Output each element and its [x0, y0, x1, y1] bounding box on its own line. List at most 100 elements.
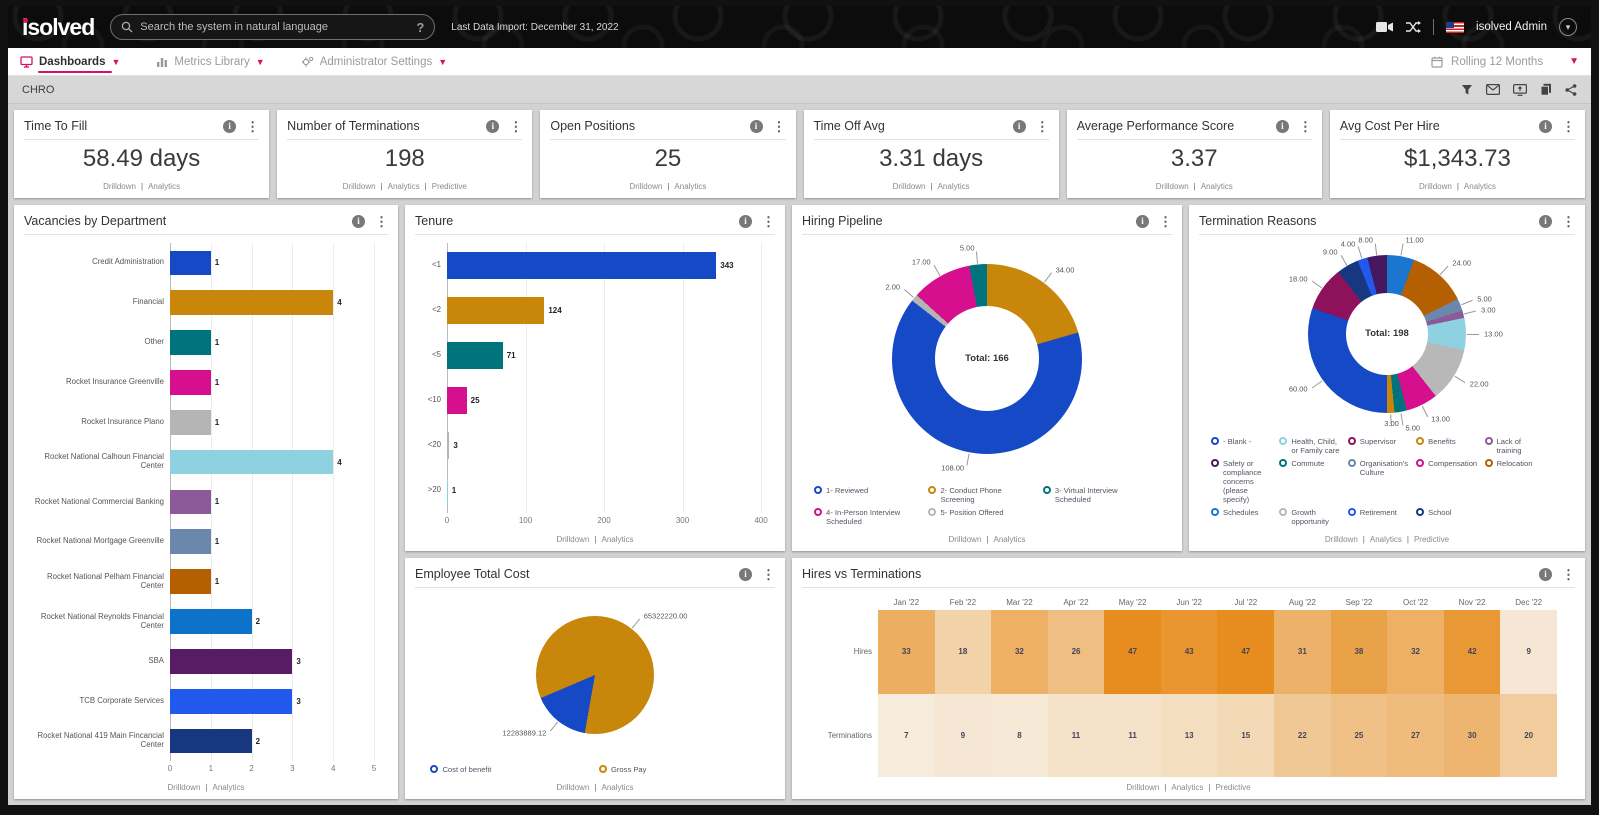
- heatmap-cell[interactable]: 15: [1217, 693, 1275, 777]
- info-icon[interactable]: i: [486, 119, 500, 133]
- us-flag-icon[interactable]: [1446, 21, 1465, 33]
- bar[interactable]: [170, 449, 334, 475]
- footer-link-analytics[interactable]: Analytics: [388, 182, 420, 191]
- footer-link-analytics[interactable]: Analytics: [601, 535, 633, 544]
- bar[interactable]: [170, 649, 293, 674]
- bar[interactable]: [170, 409, 211, 435]
- footer-link-analytics[interactable]: Analytics: [674, 182, 706, 191]
- footer-link-drilldown[interactable]: Drilldown: [1325, 535, 1358, 544]
- bar[interactable]: [170, 250, 211, 276]
- footer-link-analytics[interactable]: Analytics: [1171, 783, 1203, 792]
- email-icon[interactable]: [1486, 84, 1500, 95]
- info-icon[interactable]: i: [1012, 119, 1026, 133]
- footer-link-predictive[interactable]: Predictive: [432, 182, 467, 191]
- kebab-menu-icon[interactable]: ⋮: [1299, 120, 1312, 133]
- video-camera-icon[interactable]: [1376, 21, 1394, 33]
- heatmap-cell[interactable]: 31: [1274, 610, 1331, 694]
- heatmap-cell[interactable]: 18: [934, 610, 992, 694]
- heatmap-cell[interactable]: 25: [1330, 693, 1388, 777]
- heatmap-cell[interactable]: 47: [1104, 610, 1161, 694]
- footer-link-analytics[interactable]: Analytics: [1370, 535, 1402, 544]
- info-icon[interactable]: i: [223, 119, 237, 133]
- footer-link-drilldown[interactable]: Drilldown: [557, 783, 590, 792]
- footer-link-drilldown[interactable]: Drilldown: [949, 535, 982, 544]
- nav-dashboards[interactable]: Dashboards ▼: [20, 48, 120, 75]
- heatmap-cell[interactable]: 42: [1443, 610, 1501, 694]
- bar[interactable]: [170, 489, 211, 515]
- kebab-menu-icon[interactable]: ⋮: [773, 120, 786, 133]
- heatmap-cell[interactable]: 7: [878, 693, 935, 777]
- info-icon[interactable]: i: [739, 567, 752, 581]
- bar[interactable]: [447, 476, 448, 505]
- kebab-menu-icon[interactable]: ⋮: [509, 120, 522, 133]
- heatmap-cell[interactable]: 9: [1500, 610, 1557, 694]
- bar[interactable]: [170, 370, 211, 395]
- footer-link-drilldown[interactable]: Drilldown: [557, 535, 590, 544]
- footer-link-drilldown[interactable]: Drilldown: [343, 182, 376, 191]
- nav-administrator-settings[interactable]: Administrator Settings ▼: [301, 48, 447, 75]
- bar[interactable]: [447, 386, 467, 415]
- info-icon[interactable]: i: [1539, 119, 1553, 133]
- pie-body[interactable]: [536, 615, 654, 734]
- kebab-menu-icon[interactable]: ⋮: [1562, 568, 1575, 581]
- kebab-menu-icon[interactable]: ⋮: [1562, 215, 1575, 228]
- bar[interactable]: [170, 529, 211, 555]
- footer-link-analytics[interactable]: Analytics: [993, 535, 1025, 544]
- present-screen-icon[interactable]: [1513, 83, 1527, 96]
- footer-link-analytics[interactable]: Analytics: [1201, 182, 1233, 191]
- footer-link-analytics[interactable]: Analytics: [938, 182, 970, 191]
- shuffle-icon[interactable]: [1406, 21, 1422, 33]
- footer-link-analytics[interactable]: Analytics: [212, 783, 244, 792]
- period-selector[interactable]: Rolling 12 Months ▼: [1431, 56, 1579, 68]
- kebab-menu-icon[interactable]: ⋮: [246, 120, 259, 133]
- heatmap-cell[interactable]: 33: [878, 610, 935, 694]
- heatmap-cell[interactable]: 30: [1443, 693, 1501, 777]
- heatmap-cell[interactable]: 32: [1387, 610, 1444, 694]
- bar[interactable]: [170, 688, 293, 714]
- kebab-menu-icon[interactable]: ⋮: [762, 568, 775, 581]
- heatmap-cell[interactable]: 9: [934, 693, 992, 777]
- footer-link-analytics[interactable]: Analytics: [1464, 182, 1496, 191]
- heatmap-cell[interactable]: 32: [991, 610, 1048, 694]
- info-icon[interactable]: i: [1539, 214, 1552, 228]
- heatmap-cell[interactable]: 20: [1500, 693, 1557, 777]
- bar[interactable]: [447, 431, 450, 460]
- user-menu-label[interactable]: isolved Admin: [1476, 21, 1547, 33]
- footer-link-drilldown[interactable]: Drilldown: [103, 182, 136, 191]
- bar[interactable]: [447, 251, 717, 280]
- heatmap-cell[interactable]: 27: [1387, 693, 1444, 777]
- bar[interactable]: [447, 296, 545, 325]
- copy-icon[interactable]: [1540, 83, 1552, 96]
- filter-icon[interactable]: [1461, 84, 1473, 96]
- footer-link-predictive[interactable]: Predictive: [1215, 783, 1250, 792]
- info-icon[interactable]: i: [352, 214, 365, 228]
- help-icon[interactable]: ?: [416, 20, 424, 35]
- bar[interactable]: [170, 569, 211, 595]
- bar[interactable]: [170, 609, 252, 634]
- heatmap-cell[interactable]: 26: [1047, 610, 1105, 694]
- heatmap-cell[interactable]: 11: [1104, 693, 1161, 777]
- footer-link-analytics[interactable]: Analytics: [148, 182, 180, 191]
- heatmap-cell[interactable]: 13: [1160, 693, 1218, 777]
- employee-total-cost-pie-chart[interactable]: 65322220.00 12283889.12: [415, 588, 775, 761]
- info-icon[interactable]: i: [1275, 119, 1289, 133]
- kebab-menu-icon[interactable]: ⋮: [1036, 120, 1049, 133]
- share-icon[interactable]: [1565, 83, 1577, 96]
- heatmap-cell[interactable]: 47: [1217, 610, 1275, 694]
- bar[interactable]: [447, 341, 503, 370]
- kebab-menu-icon[interactable]: ⋮: [1562, 120, 1575, 133]
- kebab-menu-icon[interactable]: ⋮: [762, 215, 775, 228]
- footer-link-analytics[interactable]: Analytics: [601, 783, 633, 792]
- user-chevron-down-icon[interactable]: ▾: [1559, 18, 1577, 36]
- termination-reasons-donut-chart[interactable]: Total: 198 11.00 24.00 5.00 3.00 13.00 22.00 13…: [1199, 235, 1575, 433]
- footer-link-predictive[interactable]: Predictive: [1414, 535, 1449, 544]
- footer-link-drilldown[interactable]: Drilldown: [1419, 182, 1452, 191]
- info-icon[interactable]: i: [739, 214, 752, 228]
- search-input[interactable]: [140, 21, 410, 33]
- hiring-pipeline-donut-chart[interactable]: Total: 166 34.00 108.00 2.00 17.00 5.00: [802, 235, 1172, 482]
- kebab-menu-icon[interactable]: ⋮: [375, 215, 388, 228]
- bar[interactable]: [170, 330, 211, 355]
- nav-metrics-library[interactable]: Metrics Library ▼: [156, 48, 265, 75]
- info-icon[interactable]: i: [1539, 567, 1552, 581]
- footer-link-drilldown[interactable]: Drilldown: [1126, 783, 1159, 792]
